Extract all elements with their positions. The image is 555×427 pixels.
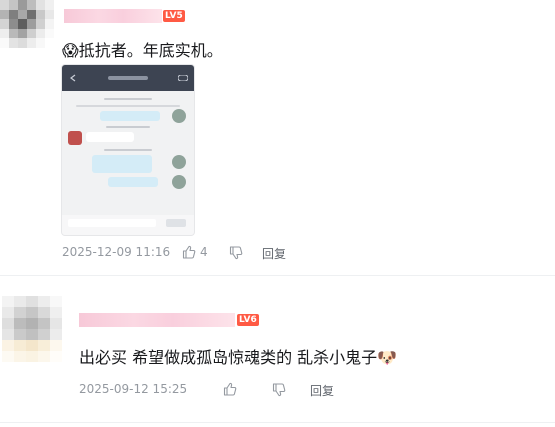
comment-image[interactable] <box>62 65 194 235</box>
chat-header <box>62 65 194 91</box>
username[interactable] <box>79 313 235 327</box>
avatar <box>68 131 82 145</box>
comment-text: 出必买 希望做成孤岛惊魂类的 乱杀小鬼子🐶 <box>79 344 397 368</box>
shocked-face-emoji: 😱 <box>62 41 79 60</box>
system-text <box>106 126 150 128</box>
avatar[interactable] <box>0 0 54 48</box>
thumbs-down-icon[interactable] <box>272 383 286 397</box>
comment-time: 2025-12-09 11:16 <box>62 245 171 259</box>
comment-text: 😱抵抗者。年底实机。 <box>62 37 223 61</box>
chat-bubble <box>100 111 160 121</box>
thumbs-up-icon[interactable] <box>223 382 237 396</box>
level-badge: LV6 <box>237 314 259 326</box>
more-icon <box>178 75 188 81</box>
comment-time: 2025-09-12 15:25 <box>79 382 188 396</box>
chat-input-bar <box>62 215 194 235</box>
comment-body: 抵抗者。年底实机。 <box>78 41 223 60</box>
avatar[interactable] <box>2 296 62 362</box>
chat-bubble <box>108 177 158 187</box>
divider <box>0 275 555 276</box>
back-arrow-icon <box>70 74 76 82</box>
divider <box>0 422 555 423</box>
thumbs-down-icon[interactable] <box>229 246 243 260</box>
chat-title <box>108 76 148 80</box>
doge-emoji: 🐶 <box>377 348 398 367</box>
level-badge: LV5 <box>163 10 185 22</box>
comment-body: 出必买 希望做成孤岛惊魂类的 乱杀小鬼子 <box>79 348 378 367</box>
avatar <box>172 109 186 123</box>
reply-button[interactable]: 回复 <box>262 245 286 262</box>
chat-bubble <box>86 132 134 142</box>
avatar <box>172 155 186 169</box>
username[interactable] <box>64 9 162 23</box>
system-text <box>76 105 180 107</box>
reply-button[interactable]: 回复 <box>310 382 334 399</box>
chat-bubble <box>92 155 152 173</box>
system-text <box>104 149 152 151</box>
thumbs-up-icon[interactable] <box>182 245 196 259</box>
system-text <box>104 98 152 100</box>
like-count: 4 <box>200 245 208 259</box>
avatar <box>172 175 186 189</box>
